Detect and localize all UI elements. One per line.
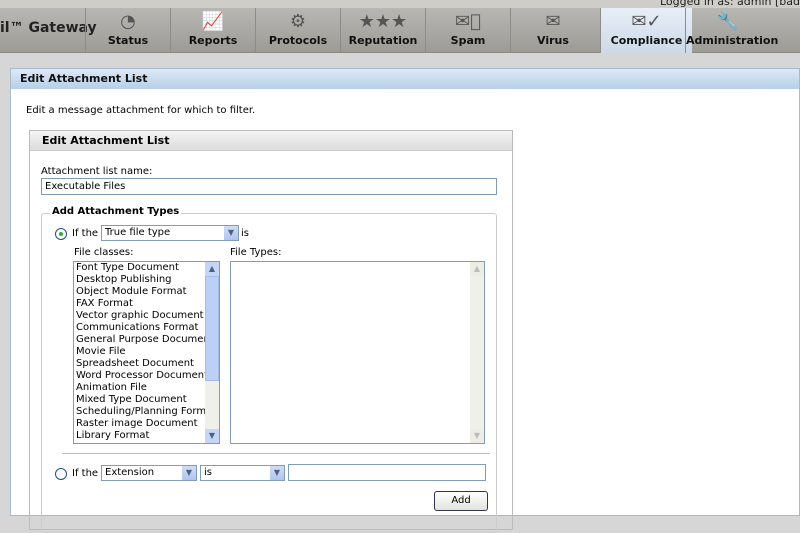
match-type-select[interactable]: True file type ▼	[101, 225, 239, 241]
chevron-down-icon: ▼	[270, 466, 284, 480]
extension-radio[interactable]	[55, 468, 67, 480]
operator-value: is	[204, 467, 212, 478]
product-name: il™ Gateway	[0, 20, 97, 36]
tab-spam[interactable]: ✉⃠ Spam	[425, 8, 510, 53]
gauge-icon: ◔	[120, 11, 136, 32]
mail-shield-icon: ✉	[545, 11, 561, 32]
file-types-scrollbar[interactable]: ▲ ▼	[470, 262, 484, 443]
extension-value-input[interactable]	[288, 464, 486, 481]
file-class-option[interactable]: Library Format	[74, 430, 219, 442]
file-classes-label: File classes:	[74, 247, 134, 258]
tab-virus[interactable]: ✉ Virus	[510, 8, 595, 53]
tab-label: Protocols	[268, 34, 328, 47]
file-class-option[interactable]: Object Module Format	[74, 286, 219, 298]
top-nav: Logged in as: admin [bad il™ Gateway ◔ St…	[0, 0, 800, 53]
file-class-option[interactable]: Communications Format	[74, 322, 219, 334]
scroll-thumb[interactable]	[205, 276, 219, 381]
stars-mail-icon: ★★★	[358, 11, 408, 32]
file-class-option[interactable]: FAX Format	[74, 298, 219, 310]
is-label: is	[241, 228, 249, 239]
extension-select-value: Extension	[105, 467, 155, 478]
file-types-list[interactable]: ▲ ▼	[230, 261, 485, 444]
file-types-label: File Types:	[230, 247, 282, 258]
wrench-icon: 🔧	[716, 11, 740, 32]
file-class-option[interactable]: Scheduling/Planning Format	[74, 406, 219, 418]
mail-check-icon: ✉✓	[631, 11, 662, 32]
file-class-option[interactable]: General Purpose Document	[74, 334, 219, 346]
file-class-option[interactable]: Animation File	[74, 382, 219, 394]
true-file-type-radio[interactable]	[55, 228, 67, 240]
divider	[62, 453, 490, 454]
tab-label: Reputation	[348, 34, 418, 47]
scroll-down-icon[interactable]: ▼	[205, 429, 219, 443]
file-class-option[interactable]: Font Type Document	[74, 262, 219, 274]
add-button[interactable]: Add	[434, 491, 488, 511]
extension-select[interactable]: Extension ▼	[101, 465, 197, 481]
tab-label: Spam	[450, 34, 486, 47]
chevron-down-icon: ▼	[182, 466, 196, 480]
tab-compliance[interactable]: ✉✓ Compliance	[600, 8, 692, 53]
tab-administration[interactable]: 🔧 Administration	[685, 8, 779, 53]
scroll-up-icon[interactable]: ▲	[470, 262, 484, 276]
operator-select[interactable]: is ▼	[200, 465, 285, 481]
section-title: Add Attachment Types	[50, 206, 182, 217]
tab-label: Reports	[188, 34, 238, 47]
mail-blocked-icon: ✉⃠	[455, 11, 481, 32]
chart-icon: 📈	[201, 11, 225, 32]
if-the-label: If the	[72, 228, 99, 239]
tab-reputation[interactable]: ★★★ Reputation	[340, 8, 425, 53]
file-class-option[interactable]: Vector graphic Document	[74, 310, 219, 322]
chevron-down-icon: ▼	[224, 226, 238, 240]
file-classes-scrollbar[interactable]: ▲ ▼	[205, 262, 219, 443]
box-title: Edit Attachment List	[30, 131, 512, 151]
tab-label: Administration	[686, 34, 779, 47]
tab-reports[interactable]: 📈 Reports	[170, 8, 255, 53]
edit-attachment-panel: Edit Attachment List Edit a message atta…	[10, 68, 800, 533]
tab-label: Compliance	[610, 34, 683, 47]
file-class-option[interactable]: Movie File	[74, 346, 219, 358]
tab-protocols[interactable]: ⚙ Protocols	[255, 8, 340, 53]
edit-attachment-box: Edit Attachment List Attachment list nam…	[29, 130, 513, 533]
file-classes-list[interactable]: Font Type Document Desktop Publishing Obje…	[73, 261, 220, 444]
file-class-option[interactable]: Spreadsheet Document	[74, 358, 219, 370]
file-class-option[interactable]: Raster image Document	[74, 418, 219, 430]
tab-label: Status	[107, 34, 149, 47]
tab-status[interactable]: ◔ Status	[85, 8, 170, 53]
login-status: Logged in as: admin [bad	[659, 0, 800, 8]
panel-title: Edit Attachment List	[11, 69, 799, 89]
file-class-option[interactable]: Desktop Publishing	[74, 274, 219, 286]
tab-label: Virus	[537, 34, 569, 47]
attachment-list-name-input[interactable]	[41, 178, 497, 195]
scroll-down-icon[interactable]: ▼	[470, 429, 484, 443]
match-type-value: True file type	[105, 227, 171, 238]
gears-icon: ⚙	[289, 11, 307, 32]
scroll-up-icon[interactable]: ▲	[205, 262, 219, 276]
if-the-label-2: If the	[72, 468, 99, 479]
file-class-option[interactable]: Mixed Type Document	[74, 394, 219, 406]
name-label: Attachment list name:	[41, 166, 153, 177]
file-class-option[interactable]: Word Processor Document	[74, 370, 219, 382]
panel-description: Edit a message attachment for which to f…	[26, 105, 256, 116]
